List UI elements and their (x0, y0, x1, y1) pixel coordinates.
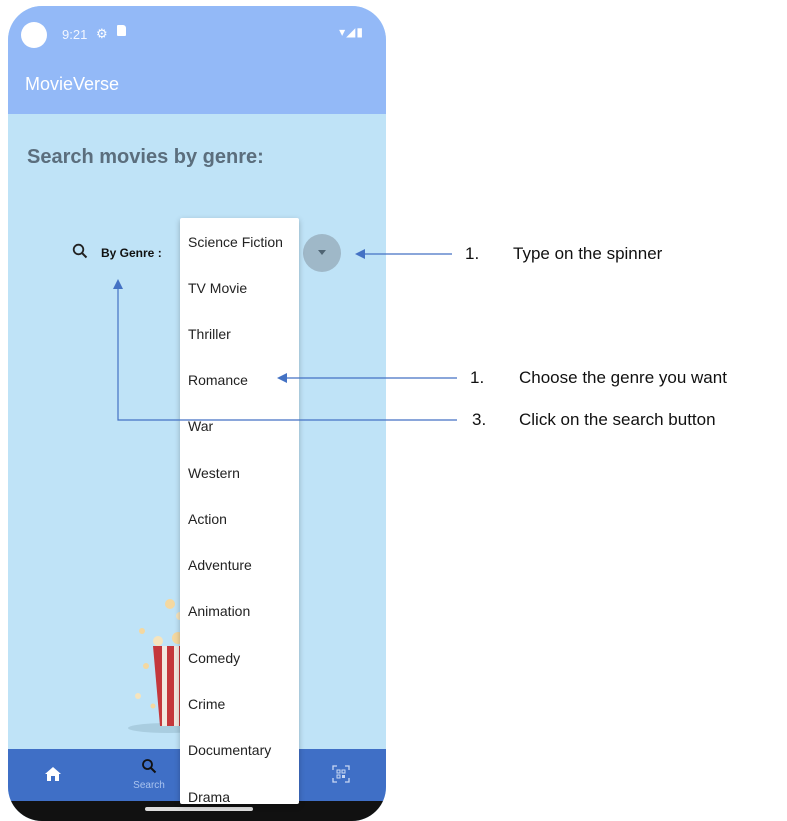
annotation-step3-number: 3. (472, 410, 487, 429)
annotation-step1-text: Type on the spinner (513, 244, 663, 263)
annotation-step3-text: Click on the search button (519, 410, 716, 429)
annotation-step2-number: 1. (470, 368, 485, 387)
arrow-to-search-button (113, 279, 457, 421)
annotation-step2-text: Choose the genre you want (519, 368, 727, 387)
annotation-step1-number: 1. (465, 244, 480, 263)
